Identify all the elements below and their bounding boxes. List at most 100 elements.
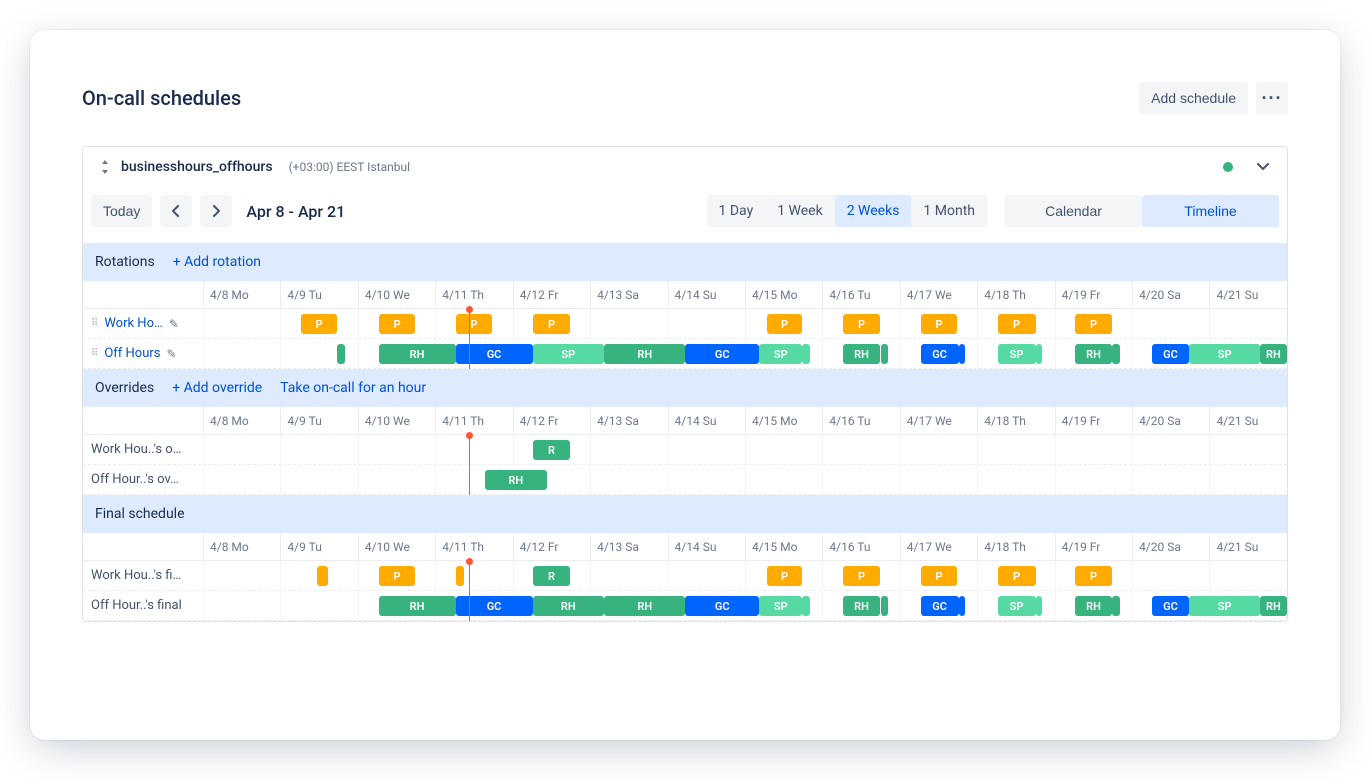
- schedule-bar[interactable]: P: [379, 566, 416, 586]
- expand-vertical-icon[interactable]: [99, 161, 111, 173]
- schedule-bar[interactable]: R: [533, 566, 571, 586]
- take-oncall-link[interactable]: Take on-call for an hour: [280, 380, 426, 396]
- more-actions-button[interactable]: ···: [1256, 82, 1288, 114]
- schedule-bar[interactable]: [1112, 596, 1120, 616]
- schedule-bar[interactable]: P: [301, 314, 338, 334]
- schedule-bar[interactable]: GC: [685, 344, 759, 364]
- schedule-bar[interactable]: P: [379, 314, 416, 334]
- schedule-bar[interactable]: P: [1075, 566, 1113, 586]
- edit-icon[interactable]: ✎: [169, 317, 179, 331]
- schedule-bar[interactable]: RH: [604, 596, 685, 616]
- view-timeline-button[interactable]: Timeline: [1142, 195, 1279, 227]
- prev-range-button[interactable]: [160, 195, 192, 227]
- schedule-bar[interactable]: GC: [456, 344, 533, 364]
- add-schedule-button[interactable]: Add schedule: [1139, 82, 1248, 114]
- schedule-bar[interactable]: SP: [998, 344, 1036, 364]
- schedule-bar[interactable]: RH: [485, 470, 547, 490]
- schedule-bar[interactable]: RH: [533, 596, 605, 616]
- schedule-bar[interactable]: [959, 344, 966, 364]
- schedule-bar[interactable]: RH: [379, 344, 456, 364]
- timeline-row-off-hours-final: Off Hour..'s finalRHGCRHRHGCSPRHGCSPRHGC…: [83, 591, 1287, 621]
- schedule-bar[interactable]: [802, 344, 810, 364]
- schedule-bar[interactable]: [1036, 596, 1043, 616]
- day-header: 4/17 We: [900, 533, 977, 560]
- schedule-bar[interactable]: SP: [1189, 596, 1259, 616]
- schedule-bar[interactable]: SP: [998, 596, 1036, 616]
- day-header: 4/8 Mo: [203, 281, 280, 308]
- schedule-bar[interactable]: RH: [604, 344, 685, 364]
- day-header: 4/19 Fr: [1055, 407, 1132, 434]
- schedule-bar[interactable]: RH: [843, 596, 881, 616]
- schedule-bar[interactable]: P: [456, 314, 493, 334]
- day-header: 4/14 Su: [668, 281, 745, 308]
- day-header: 4/16 Tu: [822, 281, 899, 308]
- add-rotation-link[interactable]: + Add rotation: [173, 254, 261, 270]
- schedule-bar[interactable]: GC: [1152, 596, 1190, 616]
- schedule-bar[interactable]: [456, 566, 465, 586]
- schedule-bar[interactable]: SP: [533, 344, 605, 364]
- schedule-bar[interactable]: GC: [1152, 344, 1190, 364]
- schedule-bar[interactable]: [881, 596, 889, 616]
- schedule-bar[interactable]: GC: [921, 596, 959, 616]
- today-button[interactable]: Today: [91, 195, 152, 227]
- day-header: 4/12 Fr: [513, 281, 590, 308]
- schedule-bar[interactable]: [959, 596, 966, 616]
- schedule-bar[interactable]: RH: [379, 596, 456, 616]
- schedule-bar[interactable]: GC: [921, 344, 959, 364]
- schedule-bar[interactable]: P: [921, 314, 958, 334]
- schedule-bar[interactable]: P: [843, 566, 881, 586]
- schedule-bar[interactable]: [317, 566, 328, 586]
- day-header: 4/13 Sa: [590, 281, 667, 308]
- schedule-bar[interactable]: SP: [1189, 344, 1259, 364]
- zoom-option-2weeks[interactable]: 2 Weeks: [835, 195, 912, 227]
- zoom-option-1month[interactable]: 1 Month: [911, 195, 987, 227]
- drag-handle-icon[interactable]: ⠿: [91, 348, 98, 359]
- edit-icon[interactable]: ✎: [167, 347, 177, 361]
- schedule-bar[interactable]: SP: [759, 344, 802, 364]
- zoom-option-1week[interactable]: 1 Week: [765, 195, 835, 227]
- schedule-bar[interactable]: RH: [1075, 344, 1113, 364]
- timezone-label: (+03:00) EEST Istanbul: [289, 160, 410, 174]
- timeline-row-work-hours: ⠿ Work Ho… ✎ P P P P P P P P P: [83, 309, 1287, 339]
- now-indicator: [469, 561, 470, 621]
- schedule-bar[interactable]: P: [533, 314, 571, 334]
- schedule-bar[interactable]: [1112, 344, 1120, 364]
- schedule-bar[interactable]: RH: [1260, 596, 1287, 616]
- day-header: 4/18 Th: [977, 533, 1054, 560]
- schedule-bar[interactable]: RH: [843, 344, 881, 364]
- day-header: 4/18 Th: [977, 407, 1054, 434]
- day-header: 4/14 Su: [668, 533, 745, 560]
- day-header: 4/10 We: [358, 533, 435, 560]
- rotation-name-link[interactable]: Off Hours: [104, 346, 160, 361]
- schedule-bar[interactable]: P: [767, 566, 803, 586]
- day-header: 4/17 We: [900, 407, 977, 434]
- schedule-bar[interactable]: [1036, 344, 1043, 364]
- timeline-row-work-hours-final: Work Hou..'s fi…PRPPPPP: [83, 561, 1287, 591]
- schedule-bar[interactable]: P: [767, 314, 803, 334]
- zoom-option-1day[interactable]: 1 Day: [707, 195, 766, 227]
- schedule-bar[interactable]: P: [998, 566, 1036, 586]
- schedule-bar[interactable]: R: [533, 440, 571, 460]
- schedule-bar[interactable]: [337, 344, 345, 364]
- now-indicator: [469, 435, 470, 495]
- schedule-bar[interactable]: SP: [759, 596, 802, 616]
- view-calendar-button[interactable]: Calendar: [1005, 195, 1142, 227]
- schedule-bar[interactable]: RH: [1075, 596, 1113, 616]
- chevron-down-icon[interactable]: [1257, 163, 1271, 171]
- schedule-bar[interactable]: P: [1075, 314, 1113, 334]
- schedule-bar[interactable]: GC: [456, 596, 533, 616]
- overrides-grid: 4/8 Mo4/9 Tu4/10 We4/11 Th4/12 Fr4/13 Sa…: [83, 407, 1287, 495]
- schedule-bar[interactable]: RH: [1260, 344, 1287, 364]
- schedule-bar[interactable]: P: [921, 566, 958, 586]
- schedule-bar[interactable]: GC: [685, 596, 759, 616]
- next-range-button[interactable]: [200, 195, 232, 227]
- schedule-bar[interactable]: [802, 596, 810, 616]
- day-header: 4/15 Mo: [745, 533, 822, 560]
- schedule-bar[interactable]: P: [998, 314, 1036, 334]
- rotation-name-link[interactable]: Work Ho…: [104, 316, 162, 331]
- drag-handle-icon[interactable]: ⠿: [91, 318, 98, 329]
- schedule-bar[interactable]: [881, 344, 889, 364]
- add-override-link[interactable]: + Add override: [172, 380, 262, 396]
- day-header: 4/11 Th: [435, 281, 512, 308]
- schedule-bar[interactable]: P: [843, 314, 881, 334]
